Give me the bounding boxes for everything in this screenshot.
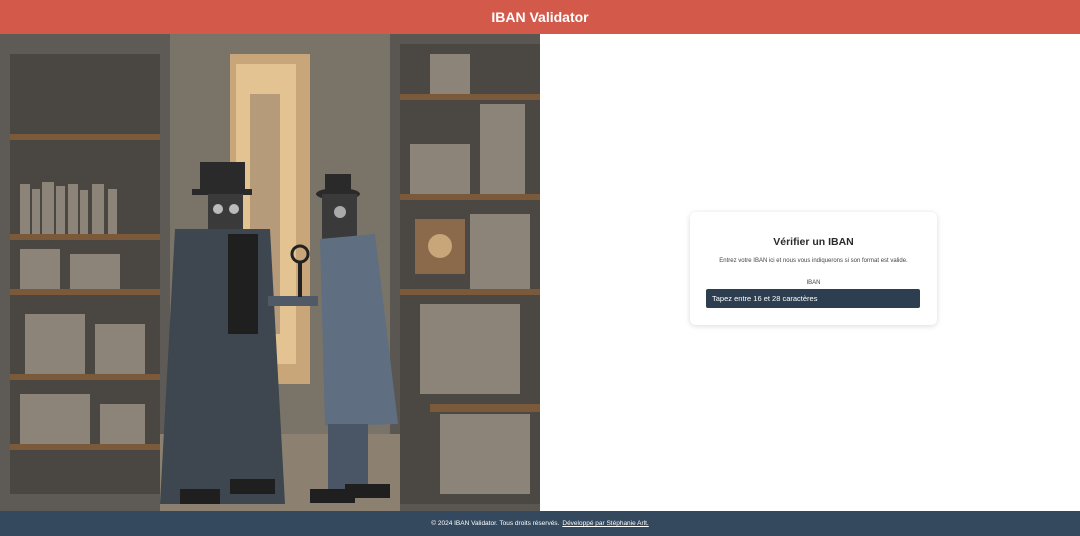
page-footer: © 2024 IBAN Validator. Tous droits réser…: [0, 511, 1080, 536]
robots-workshop-image: [0, 34, 540, 511]
app-title: IBAN Validator: [491, 9, 589, 25]
iban-label: IBAN: [806, 280, 821, 286]
developer-link[interactable]: Développé par Stéphanie Arlt.: [562, 520, 648, 527]
iban-input[interactable]: [706, 289, 920, 308]
footer-copyright: © 2024 IBAN Validator. Tous droits réser…: [431, 520, 560, 527]
iban-validator-card: Vérifier un IBAN Entrez votre IBAN ici e…: [690, 212, 937, 325]
app-header: IBAN Validator: [0, 0, 1080, 34]
hero-illustration: [0, 34, 540, 511]
card-description: Entrez votre IBAN ici et nous vous indiq…: [719, 258, 908, 264]
main-content: Vérifier un IBAN Entrez votre IBAN ici e…: [540, 34, 1080, 511]
card-title: Vérifier un IBAN: [773, 236, 854, 248]
